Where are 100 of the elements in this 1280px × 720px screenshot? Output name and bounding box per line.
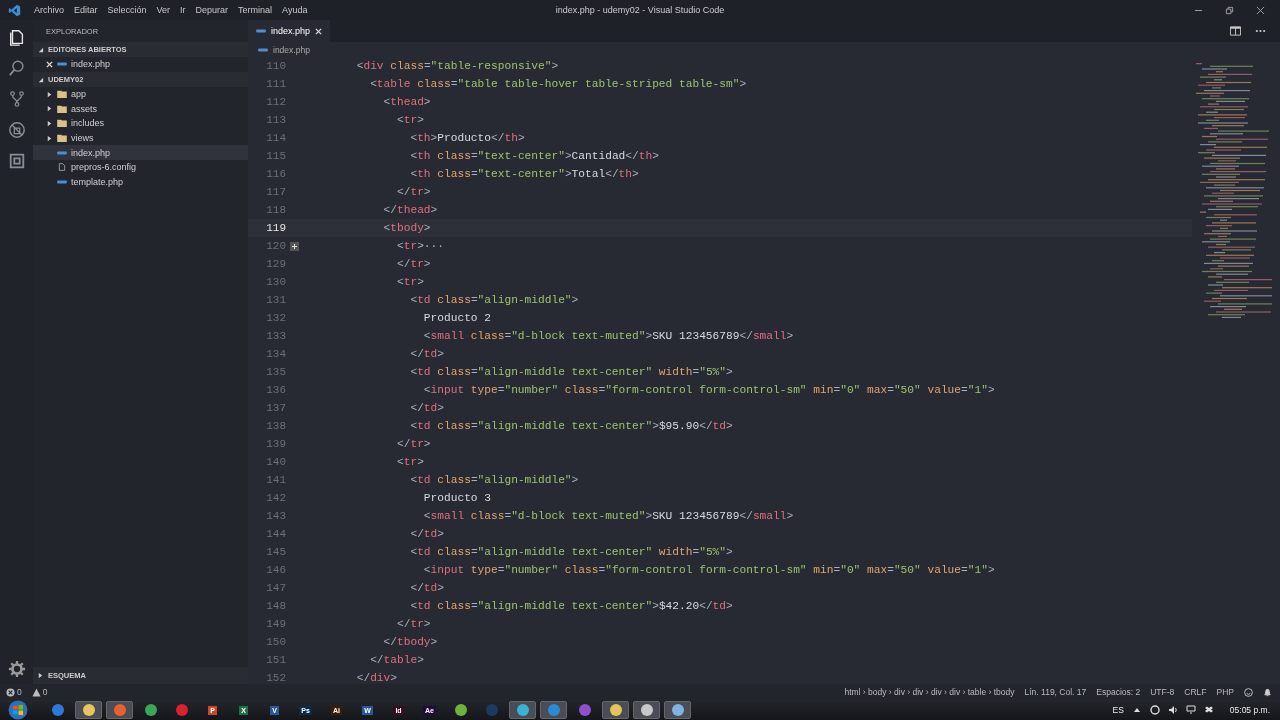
line-number: 139: [265, 438, 286, 450]
extensions-icon[interactable]: [7, 152, 26, 170]
menu-item[interactable]: Archivo: [34, 5, 64, 15]
indentation[interactable]: Espacios: 2: [1096, 687, 1141, 697]
restore-icon[interactable]: [1225, 5, 1234, 15]
line-number: 129: [265, 258, 286, 270]
line-number: 142: [265, 492, 286, 504]
input-language[interactable]: ES: [1112, 705, 1124, 715]
file-item[interactable]: prepros-6.config: [33, 160, 248, 175]
code-line: <td class="align-middle text-center" width="5%">: [409, 366, 733, 378]
line-number: 110: [265, 60, 286, 72]
menu-item[interactable]: Ver: [156, 5, 171, 15]
line-number: 149: [265, 618, 286, 630]
code-line: </td>: [409, 402, 444, 414]
code-line: </tbody>: [382, 636, 438, 648]
encoding[interactable]: UTF-8: [1150, 687, 1175, 697]
file-item[interactable]: assets: [33, 101, 248, 117]
code-line: <tr>: [396, 276, 424, 288]
line-number: 133: [265, 330, 286, 342]
line-number: 152: [265, 672, 286, 684]
breadcrumb[interactable]: index.php: [248, 42, 1280, 57]
line-number: 140: [265, 456, 286, 468]
line-number: 119: [265, 222, 286, 234]
code-line: <td class="align-middle">: [409, 474, 579, 486]
error-icon: [6, 687, 15, 697]
code-line: <tr>: [396, 114, 424, 126]
line-number: 145: [265, 546, 286, 558]
code-line: </td>: [409, 528, 444, 540]
code-line: </tr>: [396, 186, 431, 198]
network-icon[interactable]: [1185, 705, 1196, 715]
code-line: <thead>: [382, 96, 431, 108]
taskbar-app[interactable]: [633, 701, 660, 719]
line-number: 146: [265, 564, 286, 576]
volume-icon[interactable]: [1167, 705, 1178, 715]
code-line: <table class="table table-hover table-striped table-sm">: [369, 78, 747, 90]
file-item[interactable]: includes: [33, 116, 248, 131]
code-line: <small class="d-block text-muted">SKU 123456789</small>: [422, 510, 794, 522]
menu-item[interactable]: Ir: [180, 5, 186, 15]
source-control-icon[interactable]: [7, 90, 26, 108]
line-number: 134: [265, 348, 286, 360]
menu-item[interactable]: Selección: [107, 5, 147, 15]
code-line: <small class="d-block text-muted">SKU 123456789</small>: [422, 330, 794, 342]
code-line: <input type="number" class="form-control form-control-sm" min="0" max="50" value="1">: [422, 384, 995, 396]
file-icon: [57, 163, 67, 172]
error-count[interactable]: 0: [17, 687, 22, 697]
menu-item[interactable]: Ayuda: [282, 5, 308, 15]
line-number: 115: [265, 150, 286, 162]
taskbar-app[interactable]: [509, 701, 536, 719]
code-line: <th class="text-center">Cantidad</th>: [409, 150, 659, 162]
line-ending[interactable]: CRLF: [1184, 687, 1207, 697]
window-title: index.php - udemy02 - Visual Studio Code: [555, 5, 725, 15]
debug-icon[interactable]: [7, 121, 26, 139]
close-icon[interactable]: [1256, 5, 1265, 15]
warning-count[interactable]: 0: [42, 687, 48, 697]
language-mode[interactable]: PHP: [1216, 687, 1234, 697]
line-number: 143: [265, 510, 286, 522]
expand-icon[interactable]: [290, 241, 299, 251]
file-item[interactable]: index.php: [33, 57, 248, 72]
line-number: 141: [265, 474, 286, 486]
code-line: </tr>: [396, 258, 431, 270]
code-line: <td class="align-middle text-center">$95.90</td>: [409, 420, 733, 432]
dropbox-icon[interactable]: [1203, 705, 1214, 715]
line-number: 135: [265, 366, 286, 378]
line-number: 131: [265, 294, 286, 306]
code-line: Producto 2: [422, 312, 491, 324]
file-item[interactable]: views: [33, 130, 248, 146]
menu-item[interactable]: Depurar: [195, 5, 229, 15]
code-line: <tbody>: [382, 222, 431, 234]
taskbar-app[interactable]: [75, 701, 102, 719]
line-number: 130: [265, 276, 286, 288]
code-line: </td>: [409, 348, 444, 360]
clock[interactable]: 05:05 p.m.: [1229, 705, 1270, 715]
bell-icon[interactable]: [1263, 687, 1272, 697]
line-number: 137: [265, 402, 286, 414]
editor-tab[interactable]: index.php: [248, 20, 331, 42]
menu-item[interactable]: Terminal: [238, 5, 273, 15]
taskbar-app[interactable]: [664, 701, 691, 719]
search-icon[interactable]: [7, 59, 26, 77]
settings-icon[interactable]: [7, 660, 26, 678]
line-number: 147: [265, 582, 286, 594]
code-line: </table>: [369, 654, 424, 666]
taskbar-app[interactable]: [602, 701, 629, 719]
code-line: <input type="number" class="form-control form-control-sm" min="0" max="50" value="1">: [422, 564, 995, 576]
code-line: </td>: [409, 582, 444, 594]
line-number: 113: [265, 114, 286, 126]
line-number: 120: [265, 240, 286, 252]
smiley-icon[interactable]: [1244, 687, 1253, 697]
breadcrumb-path[interactable]: html › body › div › div › div › div › table › tbody: [844, 687, 1015, 697]
code-line: <div class="table-responsive">: [355, 60, 559, 72]
split-editor-icon[interactable]: [1230, 26, 1241, 36]
file-item[interactable]: template.php: [33, 174, 248, 190]
line-number: 114: [265, 132, 286, 144]
files-icon[interactable]: [7, 28, 26, 46]
file-item[interactable]: index.php: [33, 145, 248, 161]
menu-item[interactable]: Editar: [74, 5, 98, 15]
start-button[interactable]: [8, 700, 28, 720]
file-item[interactable]: app: [33, 86, 248, 102]
line-number: 136: [265, 384, 286, 396]
warning-icon: [31, 687, 41, 697]
cursor-position[interactable]: Lín. 119, Col. 17: [1024, 687, 1087, 697]
